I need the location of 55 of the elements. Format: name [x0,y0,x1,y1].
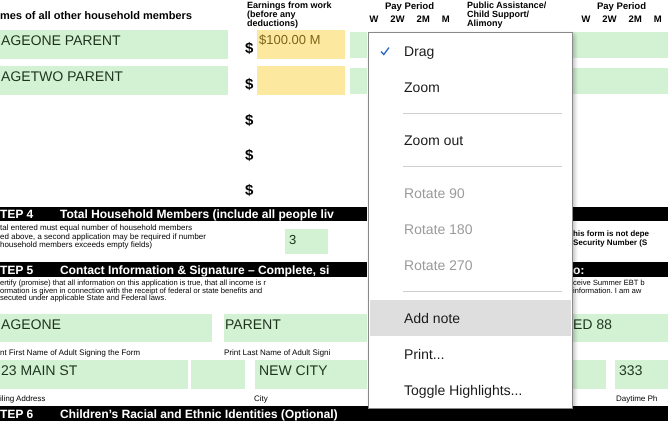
currency-sign: $ [245,113,254,128]
text-field[interactable] [350,68,367,94]
column-heading: W [581,15,590,25]
currency-sign: $ [245,41,254,56]
text-field[interactable] [350,32,367,58]
column-heading: mes of all other household members [0,10,192,22]
city-field[interactable]: NEW CITY [255,360,367,389]
menu-item[interactable]: Zoom [370,69,571,105]
column-heading: Pay Period [384,2,434,12]
field-label: iling Address [0,393,46,405]
text-field[interactable] [573,68,668,94]
field-label: nt First Name of Adult Signing the Form [0,346,142,358]
first-name-field[interactable]: AGEONE [0,314,212,342]
step-label: TEP 6 [0,408,34,420]
currency-sign: $ [245,183,254,198]
menu-item[interactable]: Add note [370,300,571,336]
menu-item[interactable]: Zoom out [370,122,571,158]
column-heading: M [654,15,662,25]
address-field[interactable]: 23 MAIN ST [0,360,188,389]
address-extra-field[interactable] [191,360,245,389]
last-name-field[interactable]: PARENT [224,314,367,342]
menu-item[interactable]: Toggle Highlights... [370,372,571,408]
column-heading: M [442,15,450,25]
section-title: Contact Information & Signature – Complete, si [60,264,330,276]
section-title: o: [573,264,584,276]
column-heading: Pay Period [596,2,646,12]
field-label: Daytime Ph [616,393,658,405]
text-field[interactable] [573,32,668,58]
column-heading: 2M [628,15,642,25]
menu-item[interactable]: Drag [370,33,571,69]
column-heading: Public Assistance/ Child Support/ Alimony [467,1,548,28]
name-field[interactable]: AGEONE PARENT [0,30,228,59]
menu-item[interactable]: Print... [370,336,571,372]
column-heading: 2W [602,15,617,25]
step-label: TEP 5 [0,264,34,276]
currency-sign: $ [245,148,254,163]
earnings-field[interactable]: $100.00 M [257,30,345,59]
field-label: City [254,393,269,405]
field-label: Print Last Name of Adult Signi [224,346,330,358]
section-title: Total Household Members (include all people liv [60,208,334,220]
text-field[interactable]: ED 88 [573,314,668,342]
section-title: Children’s Racial and Ethnic Identities (Optional) [60,408,338,420]
phone-field[interactable]: 333 [615,360,668,389]
text-field[interactable] [573,360,606,389]
currency-sign: $ [245,77,254,92]
earnings-field[interactable] [257,66,345,95]
column-heading: W [369,15,378,25]
name-field[interactable]: AGETWO PARENT [0,66,228,95]
notice-text: his form is not depe Security Number (S [573,229,650,247]
column-heading: Earnings from work (before any deductions) [247,1,333,28]
column-heading: 2M [416,15,430,25]
instruction-text: tal entered must equal number of household members ed above, a second application may be required if number household members exceeds empty fields) [0,224,207,250]
total-field[interactable]: 3 [285,229,328,254]
step-label: TEP 4 [0,208,34,220]
column-heading: 2W [390,15,405,25]
